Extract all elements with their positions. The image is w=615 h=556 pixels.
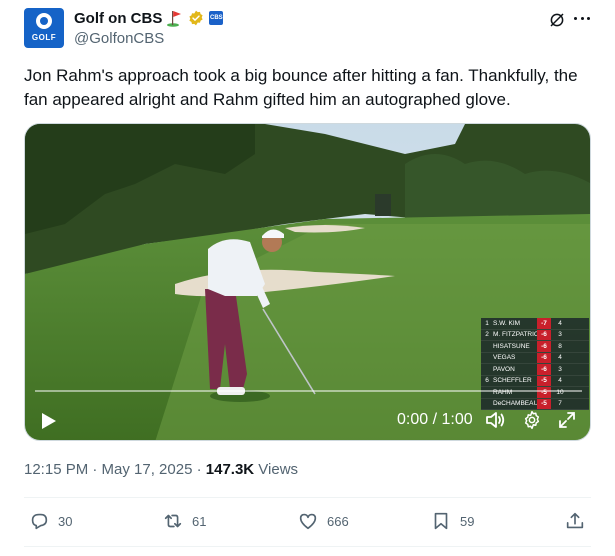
like-button[interactable]: 666 [297,510,349,532]
reply-button[interactable]: 30 [28,510,72,532]
affiliate-badge[interactable]: CBS [209,11,224,25]
share-icon [566,512,584,529]
tweet-meta: 12:15 PM · May 17, 2025 · 147.3K Views [24,461,298,478]
fullscreen-icon[interactable] [558,411,576,429]
settings-gear-icon[interactable] [522,410,542,430]
leaderboard-row: RAHM -5 10 [481,387,589,399]
leaderboard-row: 1 S.W. KIM -7 4 [481,318,589,330]
handle[interactable]: @GolfonCBS [74,30,164,47]
tweet-text: Jon Rahm's approach took a big bounce af… [24,66,578,109]
views-label: Views [254,461,299,478]
leaderboard-row: DeCHAMBEAU -5 7 [481,398,589,410]
leaderboard-row: PAVON -6 3 [481,364,589,376]
more-options-icon[interactable] [572,8,592,28]
leaderboard-row: 2 M. FITZPATRICK -6 3 [481,329,589,341]
verified-badge-icon[interactable] [188,10,204,26]
repost-count: 61 [192,513,207,529]
reply-icon [31,513,48,530]
heart-icon [299,513,317,530]
cbs-eye-logo [36,13,52,29]
leaderboard-row: 6 SCHEFFLER -5 4 [481,375,589,387]
share-button[interactable] [564,510,586,532]
divider [24,497,591,498]
play-icon[interactable] [41,412,57,430]
action-bar: 30 61 666 59 [24,510,591,534]
repost-icon [164,514,182,528]
display-name[interactable]: Golf on CBS [74,10,162,27]
volume-icon[interactable] [485,411,505,429]
like-count: 666 [327,513,349,529]
golf-flag-icon [167,10,183,27]
grok-icon[interactable] [548,11,566,29]
video-progress-bar[interactable] [35,390,582,392]
leaderboard-row: HISATSUNE -6 8 [481,341,589,353]
repost-button[interactable]: 61 [162,510,206,532]
video-time: 0:00 / 1:00 [397,411,473,428]
video-player[interactable]: 1 S.W. KIM -7 4 2 M. FITZPATRICK -6 3 HI… [24,123,591,441]
timestamp[interactable]: 12:15 PM · May 17, 2025 · [24,461,206,478]
leaderboard: 1 S.W. KIM -7 4 2 M. FITZPATRICK -6 3 HI… [481,318,589,410]
bookmark-icon [434,512,448,530]
bookmark-button[interactable]: 59 [430,510,474,532]
reply-count: 30 [58,513,73,529]
views-count[interactable]: 147.3K [206,461,254,478]
divider [24,546,591,547]
leaderboard-row: VEGAS -6 4 [481,352,589,364]
name-row: Golf on CBS CBS [74,8,224,28]
tweet: GOLF Golf on CBS CBS @GolfonCBS Jon Rahm… [0,0,615,556]
bookmark-count: 59 [460,513,475,529]
avatar-text: GOLF [31,33,57,42]
avatar[interactable]: GOLF [24,8,64,48]
